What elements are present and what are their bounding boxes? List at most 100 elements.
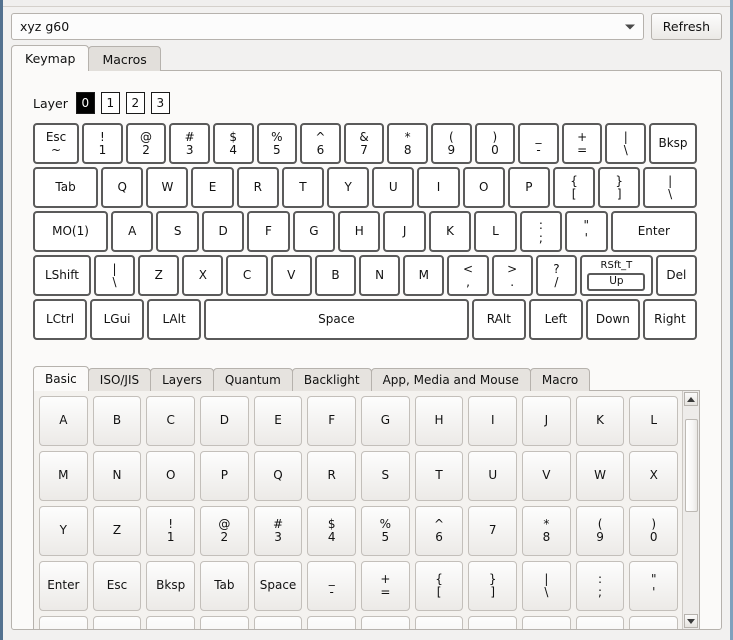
keymap-key-[interactable]: :; [519,211,563,252]
keycode-button-6[interactable]: ^ 6 [414,506,464,556]
keycode-button-c[interactable]: C [146,396,196,446]
keymap-key-t[interactable]: T [281,167,325,208]
keycode-button-esc[interactable]: Esc [92,561,142,611]
keycode-button-g[interactable]: G [361,396,410,446]
keycode-button-[interactable]: }] [468,561,518,611]
keymap-key-l[interactable]: L [474,211,517,252]
keymap-key-[interactable]: <, [447,255,489,296]
keymap-key-b[interactable]: B [314,255,357,296]
keycode-button-clipped[interactable] [92,616,142,629]
keymap-key-[interactable]: {[ [552,167,596,208]
keymap-key-i[interactable]: I [417,167,460,208]
keycode-button-e[interactable]: E [253,396,303,446]
keycode-button-5[interactable]: % 5 [361,506,410,556]
keyboard-select-dropdown[interactable]: xyz g60 [11,13,644,40]
keycode-button-u[interactable]: U [468,451,518,501]
keymap-key-lalt[interactable]: LAlt [147,299,202,340]
keymap-key-esc[interactable]: Esc ~ [33,123,80,164]
keycode-button-clipped[interactable] [522,616,571,629]
keycode-button-4[interactable]: $4 [307,506,357,556]
keycode-button-clipped[interactable] [575,616,625,629]
keymap-key-tab[interactable]: Tab [33,167,99,208]
keycode-button-clipped[interactable] [39,616,88,629]
keymap-key-o[interactable]: O [462,167,505,208]
keymap-key-right[interactable]: Right [642,299,697,340]
keycode-tab-quantum[interactable]: Quantum [212,368,293,391]
keycode-button-x[interactable]: X [629,451,679,501]
layer-button-3[interactable]: 3 [150,92,170,114]
keycode-button-2[interactable]: @2 [200,506,249,556]
keycode-tab-iso-jis[interactable]: ISO/JIS [87,368,152,391]
keymap-key-down[interactable]: Down [585,299,640,340]
scroll-down-button[interactable] [684,614,698,628]
keymap-key-[interactable]: + = [561,123,603,164]
keycode-button-9[interactable]: (9 [575,506,625,556]
keymap-key-1[interactable]: ! 1 [82,123,123,164]
keycode-button-0[interactable]: ) 0 [629,506,679,556]
keycode-button-[interactable]: :; [575,561,625,611]
keymap-key-2[interactable]: @2 [125,123,167,164]
keycode-button-clipped[interactable] [307,616,357,629]
keymap-key-w[interactable]: W [146,167,189,208]
keymap-key-8[interactable]: * 8 [387,123,428,164]
keymap-key-lshift[interactable]: LShift [33,255,91,296]
keycode-button-m[interactable]: M [39,451,88,501]
keymap-key-left[interactable]: Left [528,299,583,340]
keymap-key-5[interactable]: % 5 [256,123,298,164]
keycode-button-s[interactable]: S [361,451,410,501]
keymap-key-7[interactable]: & 7 [343,123,385,164]
keymap-key-e[interactable]: E [191,167,234,208]
keymap-key-6[interactable]: ^ 6 [300,123,341,164]
keycode-button-[interactable]: " ' [629,561,679,611]
keymap-key-p[interactable]: P [507,167,550,208]
keymap-key-mo-1[interactable]: MO(1) [33,211,109,252]
keycode-button-q[interactable]: Q [253,451,303,501]
keymap-key-del[interactable]: Del [655,255,697,296]
keymap-key-x[interactable]: X [182,255,224,296]
keymap-key-lgui[interactable]: LGui [90,299,145,340]
keycode-button-n[interactable]: N [92,451,142,501]
keymap-key-[interactable]: | \ [643,167,697,208]
keycode-button-clipped[interactable] [629,616,679,629]
tab-keymap[interactable]: Keymap [11,45,90,71]
keymap-key-d[interactable]: D [201,211,245,252]
keycode-button-7[interactable]: 7 [468,506,518,556]
keymap-key-q[interactable]: Q [101,167,144,208]
keycode-button-k[interactable]: K [575,396,625,446]
keycode-button-clipped[interactable] [146,616,196,629]
keycode-button-3[interactable]: #3 [253,506,303,556]
keycode-picker-scrollbar[interactable] [682,391,699,629]
keymap-key-rsft-t[interactable]: RSft_T Up [579,255,653,296]
keycode-button-w[interactable]: W [575,451,625,501]
keymap-key-[interactable]: ? / [535,255,577,296]
keycode-button-b[interactable]: B [92,396,142,446]
keymap-key-[interactable]: | \ [93,255,136,296]
keymap-key-9[interactable]: (9 [430,123,472,164]
keymap-key-z[interactable]: Z [138,255,180,296]
keycode-tab-macro[interactable]: Macro [529,368,591,391]
keymap-key-y[interactable]: Y [327,167,370,208]
keycode-tab-app-media-and-mouse[interactable]: App, Media and Mouse [370,368,531,391]
keycode-button-p[interactable]: P [200,451,249,501]
keycode-button-[interactable]: {[ [414,561,464,611]
keymap-key-space[interactable]: Space [204,299,469,340]
keymap-key-m[interactable]: M [403,255,445,296]
keycode-button-f[interactable]: F [307,396,357,446]
keymap-key-g[interactable]: G [292,211,336,252]
modtap-tap-subkey[interactable]: Up [587,272,646,291]
keycode-button-clipped[interactable] [253,616,303,629]
keycode-button-r[interactable]: R [307,451,357,501]
keycode-button-z[interactable]: Z [92,506,142,556]
keycode-button-o[interactable]: O [146,451,196,501]
keycode-button-clipped[interactable] [414,616,464,629]
keycode-button-space[interactable]: Space [253,561,303,611]
keymap-key-h[interactable]: H [338,211,381,252]
keycode-tab-basic[interactable]: Basic [33,366,89,391]
keycode-button-8[interactable]: * 8 [522,506,571,556]
keycode-button-d[interactable]: D [200,396,249,446]
keycode-tab-layers[interactable]: Layers [150,368,214,391]
keycode-button-a[interactable]: A [39,396,88,446]
keymap-key-3[interactable]: #3 [169,123,210,164]
layer-button-1[interactable]: 1 [100,92,120,114]
keycode-button-[interactable]: _ - [307,561,357,611]
